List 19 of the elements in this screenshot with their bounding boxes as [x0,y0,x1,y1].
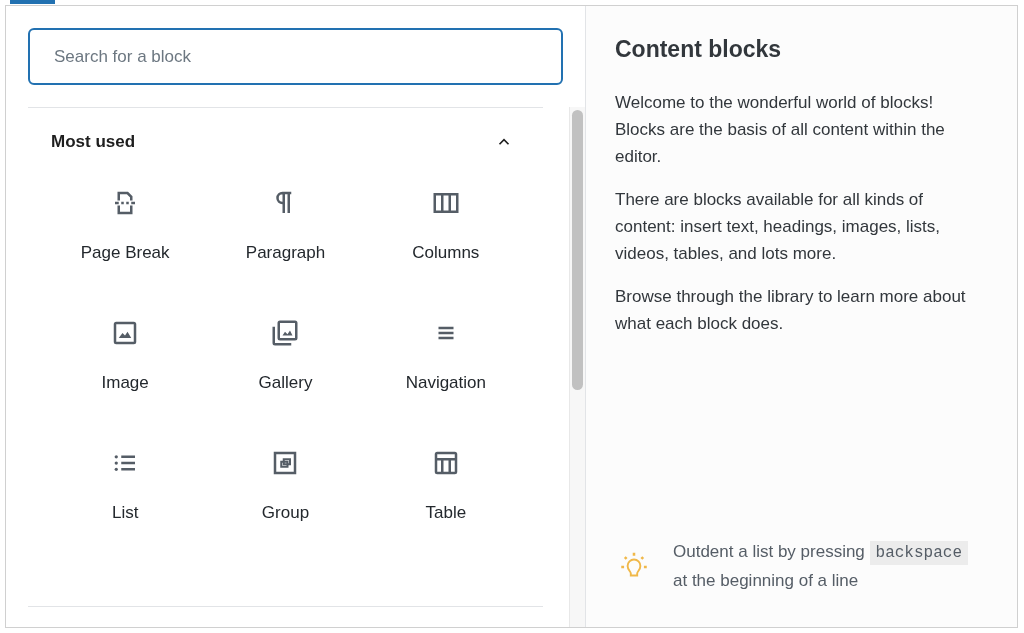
search-field[interactable]: Search for a block [28,28,563,85]
help-title: Content blocks [615,35,783,64]
block-item[interactable]: Table [365,438,526,568]
block-item[interactable]: Image [45,308,206,438]
block-item[interactable]: Navigation [365,308,526,438]
tip-text: Outdent a list by pressing backspace at the beginning of a line [673,538,973,595]
tab-indicator [10,0,55,4]
scrollbar-thumb[interactable] [572,110,583,390]
block-item[interactable]: Columns [365,178,526,308]
block-item[interactable]: Gallery [205,308,366,438]
block-item[interactable]: Paragraph [205,178,366,308]
help-paragraph: Browse through the library to learn more about what each block does. [615,285,967,335]
category-header[interactable]: Most used [28,108,543,176]
block-item[interactable]: Group [205,438,366,568]
help-paragraph: There are blocks available for all kinds of content: insert text, headings, images, lists, videos, tables, and lots more. [615,188,942,265]
block-item[interactable]: Page Break [45,178,206,308]
gallery-icon [270,318,301,348]
help-paragraph: Welcome to the wonderful world of blocks! Blocks are the basis of all content within the editor. [615,91,946,168]
block-item[interactable]: List [45,438,206,568]
